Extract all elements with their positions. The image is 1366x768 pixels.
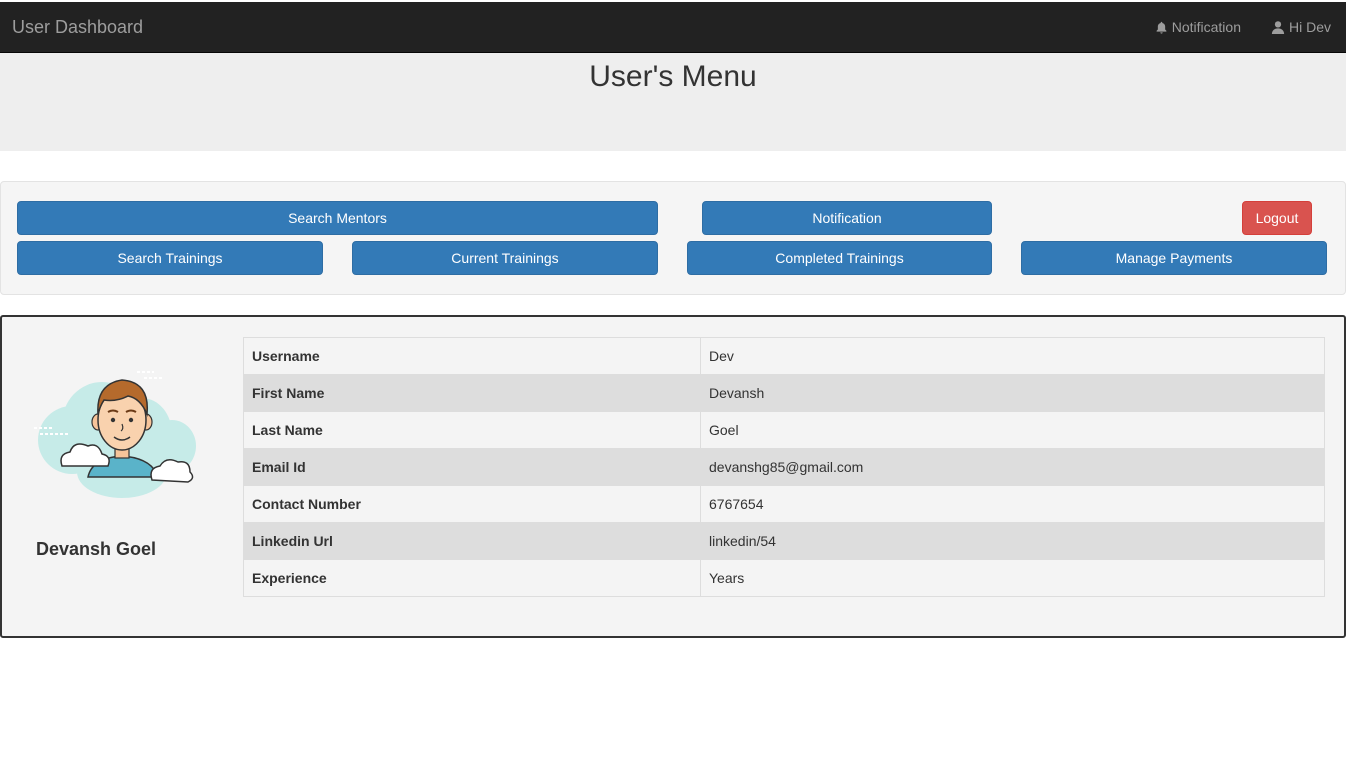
- row-label: Experience: [243, 559, 701, 597]
- row-value: devanshg85@gmail.com: [700, 448, 1325, 486]
- search-mentors-button[interactable]: Search Mentors: [17, 201, 658, 235]
- table-row: First Name Devansh: [243, 374, 1325, 412]
- profile-full-name: Devansh Goel: [36, 539, 157, 559]
- row-value: linkedin/54: [700, 522, 1325, 560]
- row-value: Goel: [700, 411, 1325, 449]
- row-label: First Name: [243, 374, 701, 412]
- completed-trainings-button[interactable]: Completed Trainings: [687, 241, 992, 275]
- nav-user-label: Hi Dev: [1288, 19, 1331, 35]
- table-row: Last Name Goel: [243, 411, 1325, 449]
- nav-notification-link[interactable]: Notification: [1155, 18, 1241, 36]
- nav-notification-label: Notification: [1171, 19, 1241, 35]
- notification-button[interactable]: Notification: [702, 201, 992, 235]
- row-label: Last Name: [243, 411, 701, 449]
- row-label: Contact Number: [243, 485, 701, 523]
- page-title: User's Menu: [589, 60, 757, 93]
- bell-icon: [1155, 21, 1168, 34]
- row-value: 6767654: [700, 485, 1325, 523]
- header-jumbotron: User's Menu: [0, 53, 1346, 151]
- current-trainings-button[interactable]: Current Trainings: [352, 241, 658, 275]
- row-label: Linkedin Url: [243, 522, 701, 560]
- manage-payments-button[interactable]: Manage Payments: [1021, 241, 1327, 275]
- table-row: Experience Years: [243, 559, 1325, 597]
- row-label: Username: [243, 337, 701, 375]
- user-icon: [1271, 20, 1285, 34]
- row-label: Email Id: [243, 448, 701, 486]
- table-row: Linkedin Url linkedin/54: [243, 522, 1325, 560]
- row-value: Years: [700, 559, 1325, 597]
- search-trainings-button[interactable]: Search Trainings: [17, 241, 323, 275]
- navbar-right: Notification Hi Dev: [1155, 18, 1331, 36]
- row-value: Devansh: [700, 374, 1325, 412]
- avatar: [32, 362, 198, 502]
- profile-info-table: Username Dev First Name Devansh Last Nam…: [243, 337, 1325, 597]
- menu-panel: Search Mentors Notification Logout Searc…: [0, 181, 1346, 295]
- top-navbar: User Dashboard Notification Hi Dev: [0, 2, 1346, 53]
- table-row: Contact Number 6767654: [243, 485, 1325, 523]
- profile-panel: Devansh Goel Username Dev First Name Dev…: [0, 315, 1346, 638]
- brand-link[interactable]: User Dashboard: [12, 17, 143, 37]
- nav-user-link[interactable]: Hi Dev: [1271, 18, 1331, 36]
- table-row: Username Dev: [243, 337, 1325, 375]
- logout-button[interactable]: Logout: [1242, 201, 1312, 235]
- row-value: Dev: [700, 337, 1325, 375]
- table-row: Email Id devanshg85@gmail.com: [243, 448, 1325, 486]
